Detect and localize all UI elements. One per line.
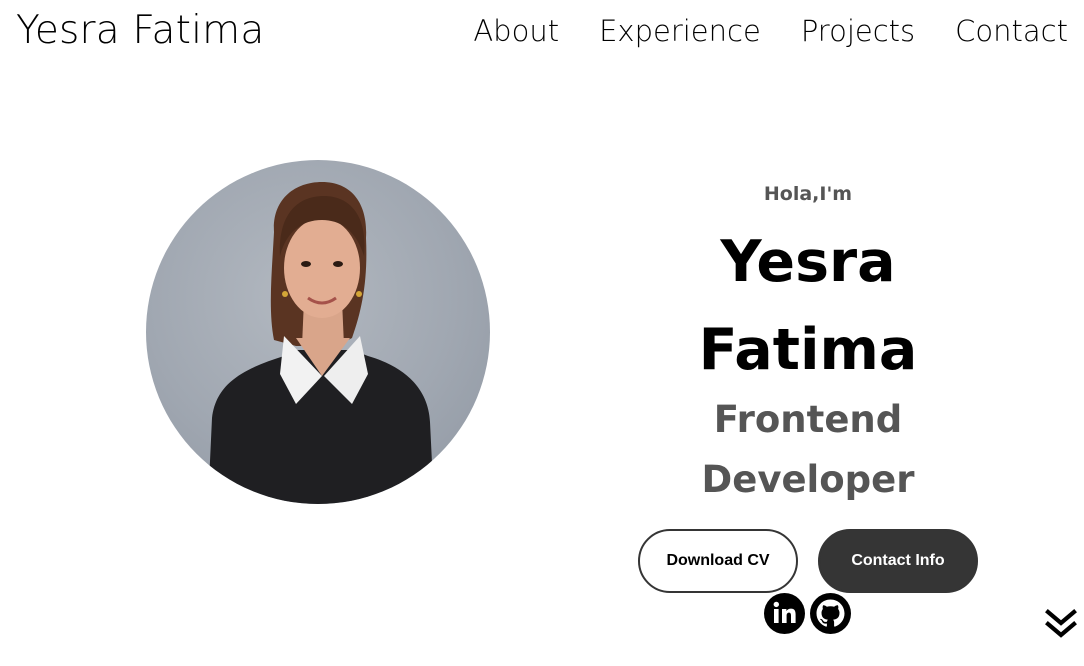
contact-info-button[interactable]: Contact Info bbox=[818, 529, 978, 593]
nav-link-experience[interactable]: Experience bbox=[599, 12, 761, 50]
site-logo[interactable]: Yesra Fatima bbox=[16, 8, 264, 54]
nav-link-about[interactable]: About bbox=[473, 12, 559, 50]
hero-name-first: Yesra bbox=[720, 229, 896, 295]
hero-greeting: Hola,I'm bbox=[763, 183, 853, 205]
double-chevron-down-icon[interactable] bbox=[1045, 608, 1077, 640]
profile-photo bbox=[146, 160, 490, 504]
linkedin-icon[interactable] bbox=[764, 593, 805, 634]
nav-link-projects[interactable]: Projects bbox=[801, 12, 915, 50]
profile-photo-illustration bbox=[208, 182, 434, 504]
hero-role-line2: Developer bbox=[701, 458, 915, 501]
hero-name: Yesra Fatima bbox=[628, 218, 988, 394]
github-icon[interactable] bbox=[810, 593, 851, 634]
download-cv-button[interactable]: Download CV bbox=[638, 529, 798, 593]
main-nav: About Experience Projects Contact bbox=[473, 12, 1068, 50]
hero-role-line1: Frontend bbox=[713, 398, 903, 441]
hero-name-last: Fatima bbox=[698, 317, 918, 383]
hero-role: Frontend Developer bbox=[628, 390, 988, 510]
nav-link-contact[interactable]: Contact bbox=[955, 12, 1068, 50]
